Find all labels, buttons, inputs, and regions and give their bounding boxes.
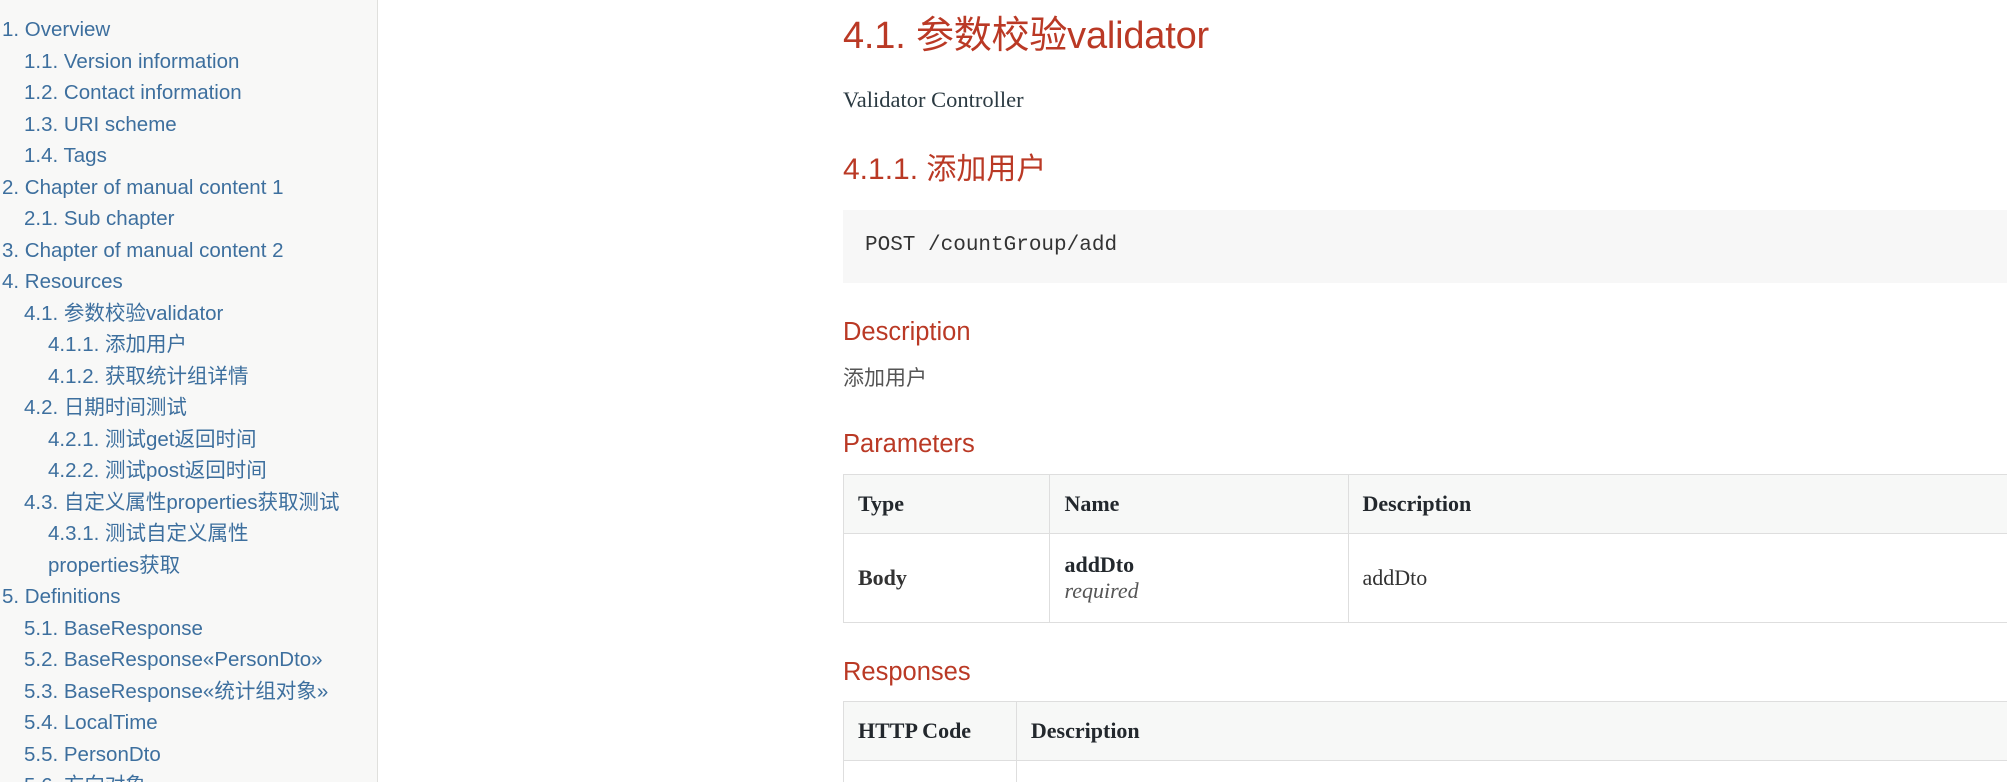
param-description: addDto [1347, 532, 2007, 623]
column-header-http-code: HTTP Code [843, 701, 1017, 762]
param-type: Body [842, 532, 1050, 623]
toc-list-item: 5.3. BaseResponse«统计组对象» [0, 676, 377, 708]
main-content: 4.1. 参数校验validator Validator Controller … [378, 0, 2007, 782]
toc-list-item: 4.2.2. 测试post返回时间 [0, 455, 377, 487]
description-text: 添加用户 [843, 365, 927, 390]
param-required-note: required [1064, 577, 1139, 603]
page-title: 4.1. 参数校验validator [843, 15, 1209, 57]
column-header-description: Description [1347, 473, 2007, 534]
responses-heading: Responses [843, 657, 971, 686]
column-header-description: Description [1015, 701, 2007, 762]
response-description: OK [1015, 760, 2007, 782]
column-header-type: Type [842, 473, 1050, 534]
toc-link[interactable]: 1.1. Version information [0, 46, 377, 78]
parameters-table: Type Name Description Schema Body addDto… [842, 473, 2007, 623]
toc-list-item: 3. Chapter of manual content 2 [0, 235, 377, 267]
toc-list-item: 4.3.1. 测试自定义属性properties获取 [0, 518, 377, 581]
toc-list-item: 4.3. 自定义属性properties获取测试 [0, 487, 377, 519]
endpoint-text: POST /countGroup/add [865, 233, 1118, 257]
responses-table: HTTP Code Description Schema 200 OK Base… [843, 701, 2007, 782]
toc-list-item: 4.2. 日期时间测试 [0, 392, 377, 424]
toc-link[interactable]: 1. Overview [0, 14, 377, 46]
toc-link[interactable]: 1.3. URI scheme [0, 109, 377, 141]
toc-link[interactable]: 4.3. 自定义属性properties获取测试 [0, 487, 377, 519]
toc-link[interactable]: 5.3. BaseResponse«统计组对象» [0, 676, 377, 708]
toc-list-item: 4.2.1. 测试get返回时间 [0, 424, 377, 456]
toc-list-item: 1.4. Tags [0, 140, 377, 172]
toc-link[interactable]: 5.5. PersonDto [0, 739, 377, 771]
toc-link[interactable]: 4. Resources [0, 266, 377, 298]
toc-list-item: 5.5. PersonDto [0, 739, 377, 771]
toc-link[interactable]: 2. Chapter of manual content 1 [0, 172, 377, 204]
column-header-name: Name [1049, 473, 1348, 534]
toc-list-item: 4.1. 参数校验validator [0, 298, 377, 330]
toc-list-item: 1.2. Contact information [0, 77, 377, 109]
toc-link[interactable]: 4.2.1. 测试get返回时间 [0, 424, 377, 456]
param-name: addDto required [1049, 532, 1348, 623]
description-heading: Description [843, 318, 971, 347]
toc-link[interactable]: 5.4. LocalTime [0, 707, 377, 739]
response-http-code: 200 [843, 760, 1017, 782]
toc-link[interactable]: 5.1. BaseResponse [0, 613, 377, 645]
table-header-row: Type Name Description Schema [842, 473, 2007, 534]
toc-link[interactable]: 5.6. 方向对象 [0, 770, 377, 782]
table-row: Body addDto required addDto 用户添加对象 [842, 532, 2007, 623]
content-inner: 4.1. 参数校验validator Validator Controller … [378, 14, 2007, 782]
toc-list-item: 5. Definitions [0, 581, 377, 613]
toc-link[interactable]: 4.1.2. 获取统计组详情 [0, 361, 377, 393]
toc-list-item: 4.1.1. 添加用户 [0, 329, 377, 361]
operation-title: 4.1.1. 添加用户 [843, 152, 1047, 186]
toc-list-item: 1.1. Version information [0, 46, 377, 78]
parameters-heading: Parameters [843, 430, 975, 459]
toc-list-item: 5.1. BaseResponse [0, 613, 377, 645]
toc-link[interactable]: 4.1.1. 添加用户 [0, 329, 377, 361]
toc-link[interactable]: 1.4. Tags [0, 140, 377, 172]
toc-list-item: 5.6. 方向对象 [0, 770, 377, 782]
toc-link[interactable]: 3. Chapter of manual content 2 [0, 235, 377, 267]
toc-list-item: 4. Resources [0, 266, 377, 298]
table-of-contents-sidebar: 1. Overview 1.1. Version information 1.2. … [0, 0, 378, 782]
toc-list-item: 5.2. BaseResponse«PersonDto» [0, 644, 377, 676]
toc-link[interactable]: 5. Definitions [0, 581, 377, 613]
toc-list-item: 2. Chapter of manual content 1 [0, 172, 377, 204]
param-name-value: addDto [1064, 551, 1135, 577]
toc-link[interactable]: 4.1. 参数校验validator [0, 298, 377, 330]
toc-link[interactable]: 4.3.1. 测试自定义属性properties获取 [0, 518, 377, 581]
toc-link[interactable]: 2.1. Sub chapter [0, 203, 377, 235]
toc-list: 1. Overview 1.1. Version information 1.2. … [0, 14, 377, 782]
endpoint-code-block: POST /countGroup/add [843, 209, 2007, 284]
documentation-page: 1. Overview 1.1. Version information 1.2. … [0, 0, 2007, 782]
toc-link[interactable]: 4.2. 日期时间测试 [0, 392, 377, 424]
toc-link[interactable]: 4.2.2. 测试post返回时间 [0, 455, 377, 487]
toc-list-item: 1.3. URI scheme [0, 109, 377, 141]
table-header-row: HTTP Code Description Schema [843, 701, 2007, 762]
toc-link[interactable]: 1.2. Contact information [0, 77, 377, 109]
table-row: 200 OK BaseResponse [843, 760, 2007, 782]
toc-link[interactable]: 5.2. BaseResponse«PersonDto» [0, 644, 377, 676]
toc-list-item: 1. Overview [0, 14, 377, 46]
toc-list-item: 5.4. LocalTime [0, 707, 377, 739]
toc-list-item: 4.1.2. 获取统计组详情 [0, 361, 377, 393]
toc-list-item: 2.1. Sub chapter [0, 203, 377, 235]
section-subtitle: Validator Controller [843, 86, 1024, 112]
